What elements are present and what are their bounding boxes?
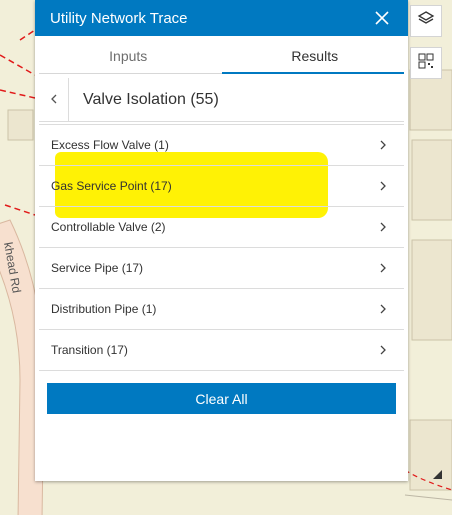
results-title: Valve Isolation (55) [83,90,219,108]
chevron-right-icon [377,344,389,356]
clear-all-button[interactable]: Clear All [47,383,396,414]
close-icon[interactable] [372,8,392,28]
tab-inputs[interactable]: Inputs [35,36,222,76]
chevron-right-icon [377,139,389,151]
list-item[interactable]: Transition (17) [39,330,404,371]
list-item[interactable]: Distribution Pipe (1) [39,289,404,330]
list-item[interactable]: Controllable Valve (2) [39,207,404,248]
back-button[interactable] [39,77,69,122]
list-item[interactable]: Excess Flow Valve (1) [39,125,404,166]
chevron-right-icon [377,221,389,233]
active-tab-indicator [222,72,404,74]
chevron-left-icon [49,91,59,109]
results-header: Valve Isolation (55) [39,77,404,122]
list-item-label: Controllable Valve (2) [51,220,166,234]
grid-icon [417,52,435,75]
chevron-right-icon [377,303,389,315]
list-item-label: Gas Service Point (17) [51,179,172,193]
list-item[interactable]: Service Pipe (17) [39,248,404,289]
utility-network-trace-panel: Utility Network Trace Inputs Results Val… [35,0,442,481]
qr-button[interactable] [410,47,442,79]
chevron-right-icon [377,262,389,274]
list-item-label: Distribution Pipe (1) [51,302,157,316]
list-item-label: Service Pipe (17) [51,261,144,275]
tab-bar: Inputs Results [35,36,408,76]
resize-grip-icon[interactable] [433,470,442,479]
layers-button[interactable] [410,5,442,37]
panel-title: Utility Network Trace [50,9,188,27]
layers-icon [417,10,435,33]
list-item[interactable]: Gas Service Point (17) [39,166,404,207]
list-item-label: Transition (17) [51,343,128,357]
results-list: Excess Flow Valve (1) Gas Service Point … [39,124,404,371]
tab-results[interactable]: Results [222,36,409,76]
list-item-label: Excess Flow Valve (1) [51,138,169,152]
chevron-right-icon [377,180,389,192]
panel-titlebar: Utility Network Trace [35,0,408,36]
